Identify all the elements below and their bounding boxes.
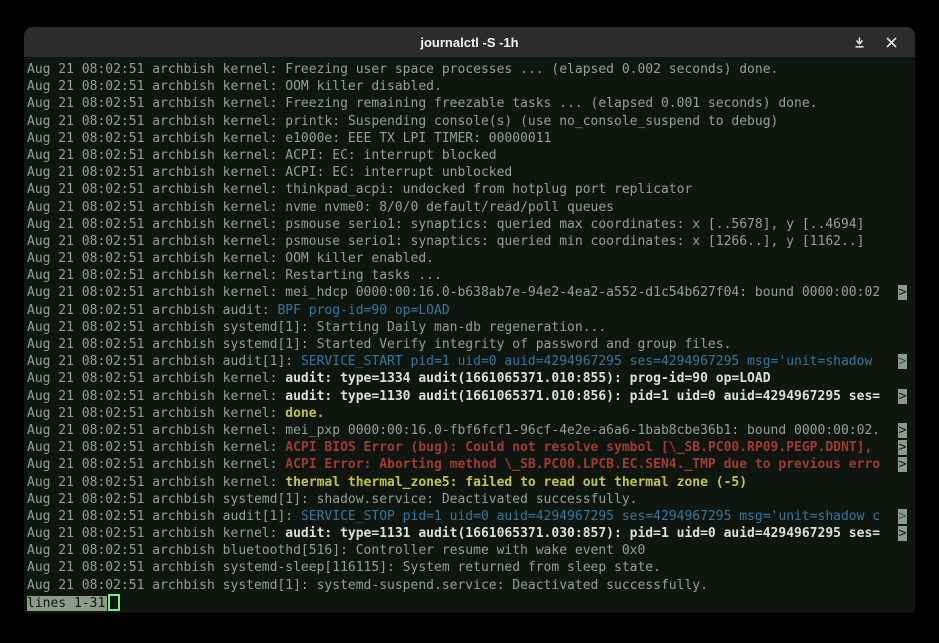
log-line: Aug 21 08:02:51 archbish kernel: ACPI: E… [27, 164, 915, 181]
log-line: Aug 21 08:02:51 archbish kernel: printk:… [27, 113, 915, 130]
log-segment: Aug 21 08:02:51 archbish kernel: ACPI: E… [27, 148, 497, 163]
log-line: Aug 21 08:02:51 archbish kernel: psmouse… [27, 233, 915, 250]
log-line: Aug 21 08:02:51 archbish kernel: Freezin… [27, 95, 915, 112]
truncation-marker: > [898, 440, 907, 455]
log-line: Aug 21 08:02:51 archbish kernel: OOM kil… [27, 250, 915, 267]
log-segment: Aug 21 08:02:51 archbish systemd[1]: Sta… [27, 320, 606, 335]
log-segment: Aug 21 08:02:51 archbish systemd[1]: sys… [27, 578, 708, 593]
log-line: Aug 21 08:02:51 archbish audit[1]: SERVI… [27, 508, 915, 525]
log-segment: Aug 21 08:02:51 archbish kernel: OOM kil… [27, 251, 434, 266]
log-segment: Aug 21 08:02:51 archbish bluetoothd[516]… [27, 543, 645, 558]
log-segment: Aug 21 08:02:51 archbish kernel: Freezin… [27, 96, 818, 111]
log-segment: Aug 21 08:02:51 archbish audit[1]: [27, 354, 301, 369]
truncation-marker: > [898, 526, 907, 541]
log-segment: SERVICE_STOP pid=1 uid=0 auid=4294967295… [301, 509, 880, 524]
log-segment: Aug 21 08:02:51 archbish kernel: [27, 526, 285, 541]
log-line: Aug 21 08:02:51 archbish kernel: Restart… [27, 267, 915, 284]
log-segment: audit: type=1131 audit(1661065371.030:85… [285, 526, 880, 541]
log-segment: Aug 21 08:02:51 archbish kernel: [27, 440, 285, 455]
title-bar[interactable]: journalctl -S -1h [24, 27, 915, 57]
log-segment: Aug 21 08:02:51 archbish audit[1]: [27, 509, 301, 524]
log-line: Aug 21 08:02:51 archbish systemd[1]: Sta… [27, 336, 915, 353]
log-segment: Aug 21 08:02:51 archbish kernel: [27, 457, 285, 472]
log-segment: done. [285, 406, 324, 421]
log-segment: Aug 21 08:02:51 archbish systemd[1]: Sta… [27, 337, 731, 352]
log-line: Aug 21 08:02:51 archbish audit: BPF prog… [27, 302, 915, 319]
log-line: Aug 21 08:02:51 archbish systemd[1]: Sta… [27, 319, 915, 336]
log-segment: Aug 21 08:02:51 archbish kernel: Freezin… [27, 62, 778, 77]
log-segment: ACPI Error: Aborting method \_SB.PC00.LP… [285, 457, 880, 472]
log-line: Aug 21 08:02:51 archbish systemd[1]: sha… [27, 491, 915, 508]
truncation-marker: > [898, 354, 907, 369]
log-segment: Aug 21 08:02:51 archbish audit: [27, 303, 277, 318]
log-line: Aug 21 08:02:51 archbish kernel: mei_pxp… [27, 422, 915, 439]
log-line: Aug 21 08:02:51 archbish kernel: e1000e:… [27, 130, 915, 147]
log-line: Aug 21 08:02:51 archbish kernel: done. [27, 405, 915, 422]
terminal-window: journalctl -S -1h Aug 21 08:02:51 archbi… [24, 27, 915, 613]
pager-status-row: lines 1-31 [27, 594, 915, 611]
download-icon [853, 36, 866, 49]
log-segment: SERVICE_START pid=1 uid=0 auid=429496729… [301, 354, 880, 369]
pager-status: lines 1-31 [27, 596, 107, 611]
log-segment: Aug 21 08:02:51 archbish kernel: e1000e:… [27, 131, 551, 146]
log-segment: Aug 21 08:02:51 archbish kernel: [27, 406, 285, 421]
log-segment: Aug 21 08:02:51 archbish kernel: printk:… [27, 114, 778, 129]
terminal-output[interactable]: Aug 21 08:02:51 archbish kernel: Freezin… [24, 57, 915, 613]
log-line: Aug 21 08:02:51 archbish kernel: mei_hdc… [27, 284, 915, 301]
log-line: Aug 21 08:02:51 archbish kernel: audit: … [27, 525, 915, 542]
log-segment: ACPI BIOS Error (bug): Could not resolve… [285, 440, 880, 455]
log-line: Aug 21 08:02:51 archbish kernel: audit: … [27, 388, 915, 405]
log-line: Aug 21 08:02:51 archbish bluetoothd[516]… [27, 542, 915, 559]
truncation-marker: > [898, 509, 907, 524]
log-segment: Aug 21 08:02:51 archbish systemd[1]: sha… [27, 492, 637, 507]
close-icon [886, 37, 897, 48]
close-button[interactable] [879, 30, 903, 54]
log-segment: Aug 21 08:02:51 archbish kernel: ACPI: E… [27, 165, 512, 180]
log-line: Aug 21 08:02:51 archbish systemd[1]: sys… [27, 577, 915, 594]
log-segment: Aug 21 08:02:51 archbish kernel: thinkpa… [27, 182, 692, 197]
log-segment: audit: type=1334 audit(1661065371.010:85… [285, 371, 770, 386]
log-segment: Aug 21 08:02:51 archbish kernel: OOM kil… [27, 79, 442, 94]
log-line: Aug 21 08:02:51 archbish kernel: ACPI Er… [27, 456, 915, 473]
log-line: Aug 21 08:02:51 archbish audit[1]: SERVI… [27, 353, 915, 370]
truncation-marker: > [898, 389, 907, 404]
truncation-marker: > [898, 423, 907, 438]
log-segment: Aug 21 08:02:51 archbish kernel: Restart… [27, 268, 442, 283]
cursor [108, 594, 120, 611]
download-button[interactable] [847, 30, 871, 54]
log-line: Aug 21 08:02:51 archbish kernel: ACPI BI… [27, 439, 915, 456]
log-segment: BPF prog-id=90 op=LOAD [277, 303, 449, 318]
log-line: Aug 21 08:02:51 archbish kernel: psmouse… [27, 216, 915, 233]
log-segment: Aug 21 08:02:51 archbish kernel: [27, 389, 285, 404]
window-title: journalctl -S -1h [420, 35, 518, 50]
truncation-marker: > [898, 285, 907, 300]
log-lines-container: Aug 21 08:02:51 archbish kernel: Freezin… [27, 61, 915, 594]
log-line: Aug 21 08:02:51 archbish kernel: thermal… [27, 474, 915, 491]
log-segment: Aug 21 08:02:51 archbish kernel: mei_pxp… [27, 423, 880, 438]
log-segment: Aug 21 08:02:51 archbish kernel: [27, 475, 285, 490]
log-line: Aug 21 08:02:51 archbish systemd-sleep[1… [27, 559, 915, 576]
log-segment: Aug 21 08:02:51 archbish kernel: psmouse… [27, 234, 864, 249]
log-segment: Aug 21 08:02:51 archbish kernel: nvme nv… [27, 200, 614, 215]
log-segment: Aug 21 08:02:51 archbish systemd-sleep[1… [27, 560, 661, 575]
log-segment: thermal thermal_zone5: failed to read ou… [285, 475, 747, 490]
log-segment: Aug 21 08:02:51 archbish kernel: [27, 371, 285, 386]
log-line: Aug 21 08:02:51 archbish kernel: ACPI: E… [27, 147, 915, 164]
log-segment: Aug 21 08:02:51 archbish kernel: psmouse… [27, 217, 864, 232]
truncation-marker: > [898, 457, 907, 472]
log-segment: Aug 21 08:02:51 archbish kernel: mei_hdc… [27, 285, 880, 300]
log-line: Aug 21 08:02:51 archbish kernel: Freezin… [27, 61, 915, 78]
log-line: Aug 21 08:02:51 archbish kernel: OOM kil… [27, 78, 915, 95]
log-line: Aug 21 08:02:51 archbish kernel: audit: … [27, 370, 915, 387]
log-line: Aug 21 08:02:51 archbish kernel: nvme nv… [27, 199, 915, 216]
log-segment: audit: type=1130 audit(1661065371.010:85… [285, 389, 880, 404]
log-line: Aug 21 08:02:51 archbish kernel: thinkpa… [27, 181, 915, 198]
